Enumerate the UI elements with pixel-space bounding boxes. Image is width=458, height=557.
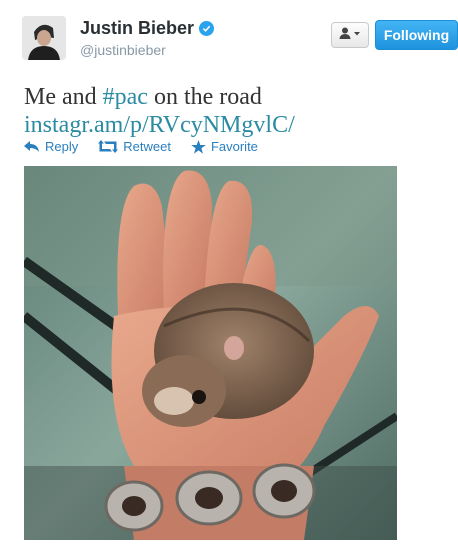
tweet-text: Me and #pac on the road instagr.am/p/RVc… — [24, 83, 444, 139]
retweet-icon — [98, 140, 119, 153]
reply-label: Reply — [45, 139, 79, 154]
avatar[interactable] — [22, 16, 66, 60]
hamster-in-hand-image — [24, 166, 397, 540]
person-dropdown-icon — [339, 26, 361, 44]
user-handle[interactable]: @justinbieber — [80, 42, 166, 58]
avatar-image — [22, 16, 66, 60]
favorite-label: Favorite — [210, 139, 258, 154]
tweet-text-before: Me and — [24, 84, 103, 110]
tweet-photo[interactable] — [24, 166, 397, 540]
reply-icon — [24, 140, 39, 152]
star-icon — [191, 139, 206, 154]
user-actions-dropdown[interactable] — [331, 22, 369, 48]
following-button[interactable]: Following — [375, 20, 458, 50]
hashtag-link[interactable]: #pac — [103, 84, 148, 110]
user-name[interactable]: Justin Bieber — [80, 18, 194, 39]
tweet-url-link[interactable]: instagr.am/p/RVcyNMgvlC/ — [24, 111, 444, 139]
reply-action[interactable]: Reply — [24, 139, 78, 154]
retweet-action[interactable]: Retweet — [98, 139, 171, 154]
verified-badge-icon — [199, 21, 215, 36]
tweet-text-after: on the road — [147, 84, 262, 110]
favorite-action[interactable]: Favorite — [191, 139, 258, 154]
retweet-label: Retweet — [123, 139, 171, 154]
